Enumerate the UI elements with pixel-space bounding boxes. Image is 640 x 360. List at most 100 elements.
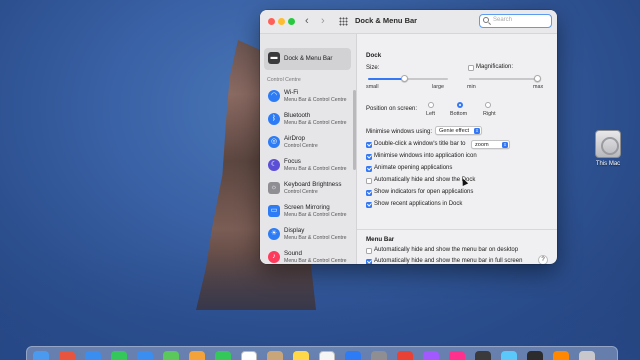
show-indicators-checkbox[interactable] [366, 190, 372, 196]
position-right-label: Right [483, 111, 496, 117]
minimise-effect-popup[interactable]: Genie effect ⇕ [435, 126, 482, 135]
airdrop-icon: ◎ [268, 136, 280, 148]
moon-icon: ☾ [268, 159, 280, 171]
magnification-slider[interactable] [469, 78, 539, 80]
magnification-checkbox[interactable] [468, 65, 474, 71]
position-left-radio[interactable] [428, 102, 434, 108]
help-button[interactable]: ? [538, 255, 548, 264]
close-button[interactable] [268, 18, 275, 25]
magnification-min-label: min [467, 84, 476, 90]
keyboard-brightness-icon: ☼ [268, 182, 280, 194]
size-slider[interactable] [368, 78, 448, 80]
sidebar-item-label: Keyboard Brightness [284, 181, 342, 188]
sidebar-item-sublabel: Menu Bar & Control Centre [284, 120, 347, 126]
position-bottom-radio[interactable] [457, 102, 463, 108]
back-chevron-icon[interactable]: ‹ [305, 15, 309, 27]
sidebar-item-display[interactable]: ☀ Display Menu Bar & Control Centre [264, 224, 351, 246]
sidebar-item-label: Screen Mirroring [284, 204, 330, 211]
sidebar-item-sublabel: Menu Bar & Control Centre [284, 212, 347, 218]
zoom-button[interactable] [288, 18, 295, 25]
activity-monitor-icon[interactable] [527, 351, 543, 360]
maps-icon[interactable] [163, 351, 179, 360]
system-preferences-window: ‹ › Dock & Menu Bar Search ▬ Dock & Menu… [260, 10, 557, 264]
sidebar-item-sublabel: Control Centre [284, 189, 318, 195]
minimise-effect-value: Genie effect [439, 128, 470, 134]
minimise-into-icon-checkbox[interactable] [366, 154, 372, 160]
photos-icon[interactable] [189, 351, 205, 360]
launchpad-icon[interactable] [59, 351, 75, 360]
search-field[interactable]: Search [479, 14, 552, 28]
minimize-button[interactable] [278, 18, 285, 25]
size-max-label: large [432, 84, 444, 90]
notes-icon[interactable] [293, 351, 309, 360]
double-click-action-popup[interactable]: zoom ⇕ [471, 140, 510, 149]
facetime-icon[interactable] [215, 351, 231, 360]
appstore-icon[interactable] [345, 351, 361, 360]
sidebar-section-header: Control Centre [267, 77, 301, 83]
autohide-dock-checkbox[interactable] [366, 178, 372, 184]
forward-chevron-icon[interactable]: › [321, 15, 325, 27]
position-left-label: Left [426, 111, 435, 117]
sidebar-item-sublabel: Menu Bar & Control Centre [284, 258, 347, 264]
figma-icon[interactable] [423, 351, 439, 360]
sidebar-item-label: AirDrop [284, 135, 305, 142]
minimise-into-icon-label: Minimise windows into application icon [374, 153, 477, 159]
position-right-radio[interactable] [485, 102, 491, 108]
sidebar-item-sound[interactable]: ♪ Sound Menu Bar & Control Centre [264, 247, 351, 264]
dock-icon: ▬ [268, 52, 280, 64]
sidebar-item-sublabel: Control Centre [284, 143, 318, 149]
size-label: Size: [366, 65, 380, 71]
animate-opening-label: Animate opening applications [374, 165, 453, 171]
finder-icon[interactable] [33, 351, 49, 360]
mail-icon[interactable] [137, 351, 153, 360]
wifi-icon: ◠ [268, 90, 280, 102]
sidebar-item-label: Wi-Fi [284, 89, 299, 96]
sidebar-item-bluetooth[interactable]: ᛒ Bluetooth Menu Bar & Control Centre [264, 109, 351, 131]
sidebar-item-wifi[interactable]: ◠ Wi-Fi Menu Bar & Control Centre [264, 86, 351, 108]
magnification-slider-knob[interactable] [534, 75, 542, 82]
quicktime-icon[interactable] [475, 351, 491, 360]
size-slider-fill [368, 78, 404, 80]
show-all-grid-icon[interactable] [339, 17, 348, 26]
contacts-icon[interactable] [267, 351, 283, 360]
menubar-section-title: Menu Bar [366, 236, 395, 243]
dock [26, 346, 618, 360]
vlc-icon[interactable] [553, 351, 569, 360]
preview-icon[interactable] [501, 351, 517, 360]
hard-drive-icon[interactable] [595, 130, 621, 158]
animate-opening-checkbox[interactable] [366, 166, 372, 172]
system-preferences-icon[interactable] [371, 351, 387, 360]
autohide-menubar-desktop-checkbox[interactable] [366, 248, 372, 254]
autohide-menubar-fullscreen-checkbox[interactable] [366, 259, 372, 264]
sidebar-item-screen-mirroring[interactable]: ▭ Screen Mirroring Menu Bar & Control Ce… [264, 201, 351, 223]
messages-icon[interactable] [111, 351, 127, 360]
sidebar-item-label: Sound [284, 250, 302, 257]
window-title: Dock & Menu Bar [355, 16, 418, 25]
calendar-icon[interactable] [241, 351, 257, 360]
sidebar-item-airdrop[interactable]: ◎ AirDrop Control Centre [264, 132, 351, 154]
minimise-label: Minimise windows using: [366, 129, 433, 135]
show-indicators-label: Show indicators for open applications [374, 189, 474, 195]
wallpaper-sea [0, 250, 640, 360]
sidebar-item-sublabel: Menu Bar & Control Centre [284, 235, 347, 241]
sidebar-item-sublabel: Menu Bar & Control Centre [284, 97, 347, 103]
size-slider-knob[interactable] [400, 75, 408, 82]
double-click-action-value: zoom [475, 142, 489, 148]
speaker-icon: ♪ [268, 251, 280, 263]
desktop-drive-item[interactable]: This Mac [592, 130, 624, 167]
freeform-icon[interactable] [319, 351, 335, 360]
double-click-label: Double-click a window's title bar to [374, 141, 466, 147]
show-recent-apps-checkbox[interactable] [366, 202, 372, 208]
autohide-menubar-desktop-label: Automatically hide and show the menu bar… [374, 247, 519, 253]
sidebar-item-keyboard-brightness[interactable]: ☼ Keyboard Brightness Control Centre [264, 178, 351, 200]
double-click-checkbox[interactable] [366, 142, 372, 148]
safari-icon[interactable] [85, 351, 101, 360]
sidebar-item-label: Dock & Menu Bar [284, 55, 333, 62]
sidebar-item-focus[interactable]: ☾ Focus Menu Bar & Control Centre [264, 155, 351, 177]
title-bar[interactable]: ‹ › Dock & Menu Bar Search [260, 10, 557, 34]
sidebar-item-dock-menu-bar[interactable]: ▬ Dock & Menu Bar [264, 48, 351, 70]
chrome-icon[interactable] [397, 351, 413, 360]
intellij-icon[interactable] [449, 351, 465, 360]
trash-icon[interactable] [579, 351, 595, 360]
sidebar-scrollbar[interactable] [353, 90, 356, 170]
